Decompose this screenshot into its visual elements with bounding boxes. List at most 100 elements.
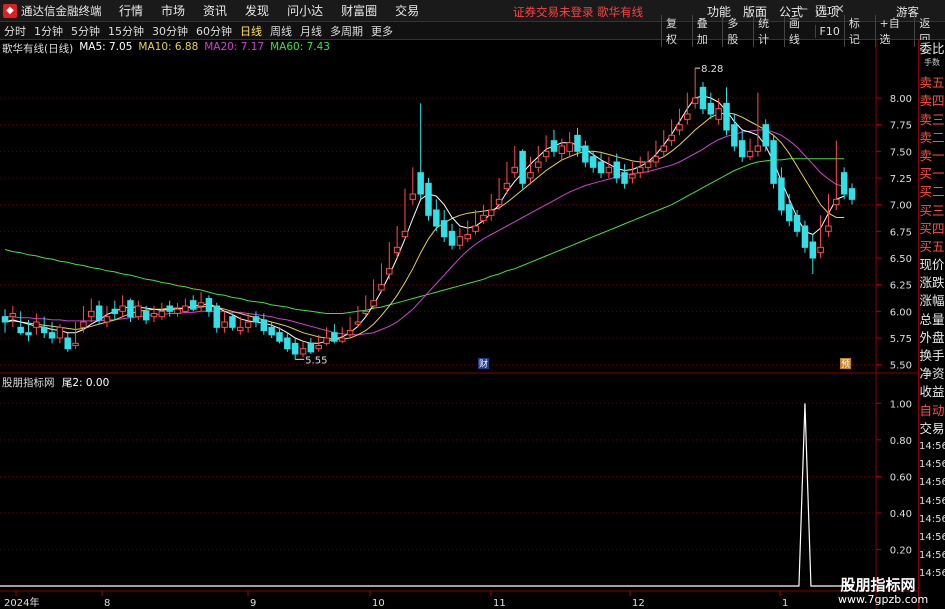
period-tab-0[interactable]: 分时 xyxy=(0,23,30,39)
candle xyxy=(809,234,817,274)
sidebar-field-17: 净资 xyxy=(919,366,945,382)
candle-body xyxy=(346,330,354,336)
menu-item-2[interactable]: 资讯 xyxy=(194,2,236,19)
period-tab-8[interactable]: 月线 xyxy=(296,23,326,39)
candle-body xyxy=(158,310,166,318)
candle xyxy=(770,135,777,189)
quote-sidebar: 委比 手数 卖五 卖四 卖三 卖二 卖一 买一 买二 买三 买四 买五 现价 涨跌 涨幅 总量 外盘 换手 净资 收益… xyxy=(918,40,945,609)
price-label: 6.50 xyxy=(890,254,912,265)
login-status: 证券交易未登录 歌华有线 xyxy=(513,5,644,19)
candle xyxy=(456,228,464,250)
candle-body xyxy=(605,166,613,174)
menu-item-5[interactable]: 财富圈 xyxy=(332,2,386,19)
ma10-label: MA10: 6.88 xyxy=(138,41,199,53)
candle-body xyxy=(809,241,817,259)
candle xyxy=(668,119,675,146)
period-tab-9[interactable]: 多周期 xyxy=(326,23,367,39)
candle xyxy=(738,130,746,162)
candle xyxy=(150,306,158,322)
sidebar-field-2: 卖四 xyxy=(919,93,945,109)
candle xyxy=(589,151,597,173)
period-tab-4[interactable]: 30分钟 xyxy=(148,23,192,39)
close-icon[interactable]: ✕ xyxy=(835,2,845,16)
candle-body xyxy=(527,172,534,179)
sub-label: 0.80 xyxy=(890,436,912,447)
sidebar-field-11: 现价 xyxy=(919,257,945,273)
sidebar-field-18: 收益 xyxy=(919,384,945,400)
candle-body xyxy=(511,166,519,174)
candle-body xyxy=(480,214,487,222)
candle xyxy=(17,311,24,335)
period-tab-1[interactable]: 1分钟 xyxy=(30,23,67,39)
menu-item-6[interactable]: 交易 xyxy=(386,2,428,19)
candle-body xyxy=(487,209,495,216)
period-tab-7[interactable]: 周线 xyxy=(266,23,296,39)
candle xyxy=(135,300,142,320)
candle-body xyxy=(252,316,260,323)
candle-body xyxy=(338,337,346,342)
candle xyxy=(848,183,856,205)
period-bar: 分时 1分钟 5分钟 15分钟 30分钟 60分钟 日线 周线 月线 多周期 更多 复权 叠加 多股 统计… xyxy=(0,15,945,47)
price-label: 8.00 xyxy=(890,94,912,105)
candle-body xyxy=(754,145,762,152)
date-label: 8 xyxy=(104,598,110,609)
candle xyxy=(644,151,652,173)
menu-item-1[interactable]: 市场 xyxy=(152,2,194,19)
candle xyxy=(64,332,71,352)
menu-item-3[interactable]: 发现 xyxy=(236,2,278,19)
indicator-value: 尾2: 0.00 xyxy=(61,377,110,389)
candle xyxy=(535,146,542,173)
sidebar-field-15: 外盘 xyxy=(919,329,945,345)
candle-body xyxy=(833,198,840,206)
candle xyxy=(88,298,95,322)
candle xyxy=(605,156,613,178)
candle-body xyxy=(401,230,409,238)
candle-body xyxy=(448,230,456,246)
candle xyxy=(487,194,495,221)
candle-body xyxy=(668,134,675,142)
candle xyxy=(221,311,228,333)
period-tab-3[interactable]: 15分钟 xyxy=(104,23,148,39)
candle xyxy=(495,178,503,210)
maximize-icon[interactable]: □ xyxy=(815,2,826,16)
sub-label: 0.20 xyxy=(890,545,912,556)
sidebar-time-6: 14:56 xyxy=(919,550,945,562)
period-tab-10[interactable]: 更多 xyxy=(367,23,397,39)
high-price-label: 8.28 xyxy=(701,64,723,75)
candle xyxy=(566,132,573,157)
candle-body xyxy=(558,145,566,154)
sidebar-field-7: 买二 xyxy=(919,184,945,200)
candle xyxy=(691,68,699,109)
sidebar-field-14: 总量 xyxy=(919,311,945,327)
tool-button-5[interactable]: F10 xyxy=(814,24,844,38)
menu-item-4[interactable]: 问小达 xyxy=(278,2,332,19)
sub-label: 0.40 xyxy=(890,509,912,520)
sidebar-field-9: 买四 xyxy=(919,220,945,236)
candle-body xyxy=(691,97,699,104)
candle xyxy=(378,263,385,293)
candle xyxy=(621,164,628,189)
logo-icon: ◆ xyxy=(3,3,17,18)
candle xyxy=(1,309,9,333)
period-tab-5[interactable]: 60分钟 xyxy=(192,23,236,39)
candle-body xyxy=(189,300,197,310)
candle-body xyxy=(731,124,738,147)
candle xyxy=(127,298,134,322)
candle-body xyxy=(40,326,48,334)
candle-body xyxy=(95,305,103,321)
candle xyxy=(684,92,691,125)
sidebar-bottom-1[interactable]: 交易 xyxy=(919,420,945,438)
period-tab-2[interactable]: 5分钟 xyxy=(67,23,104,39)
candle xyxy=(629,162,636,184)
kline-chart[interactable]: 8.00 7.75 7.50 7.25 7.00 6.75 6.50 6.25 6.00 5.75… xyxy=(0,40,918,609)
candle-body xyxy=(276,332,283,342)
price-label: 7.50 xyxy=(890,147,912,158)
candle xyxy=(56,324,64,344)
period-tab-6[interactable]: 日线 xyxy=(236,23,266,39)
sidebar-field-12: 涨跌 xyxy=(919,275,945,291)
candle-body xyxy=(644,161,652,168)
menu-item-0[interactable]: 行情 xyxy=(110,2,152,19)
sidebar-bottom-0[interactable]: 自动 xyxy=(919,402,945,420)
app-logo[interactable]: ◆ 通达信金融终端 xyxy=(0,3,110,19)
minimize-icon[interactable]: ─ xyxy=(800,2,807,16)
